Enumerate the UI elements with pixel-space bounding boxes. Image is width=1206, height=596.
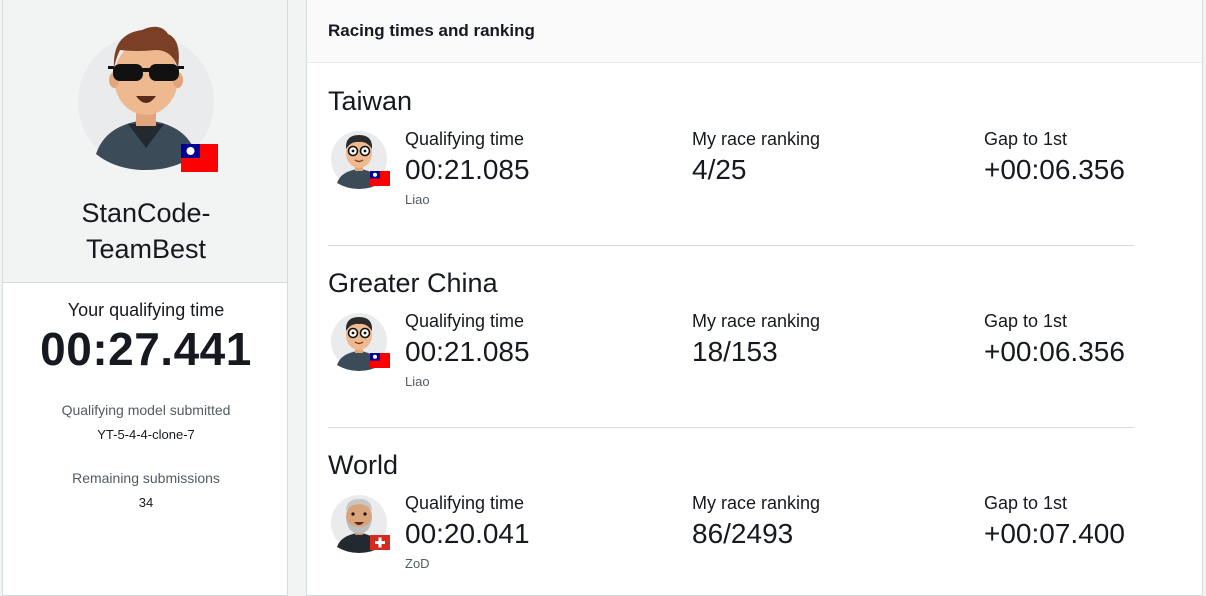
- qualifying-time-label: Qualifying time: [405, 129, 525, 149]
- qualifying-time-label: Qualifying time: [405, 311, 525, 331]
- region-world: World ZoD Qualifying time 00:20.041 My r…: [328, 428, 1134, 596]
- gap-label: Gap to 1st: [984, 493, 1068, 513]
- rankings-title: Racing times and ranking: [328, 21, 535, 40]
- leader-name: ZoD: [405, 556, 430, 571]
- race-ranking-column: My race ranking 4/25: [692, 127, 820, 188]
- avatar-glasses-icon: [331, 313, 390, 371]
- profile-username: StanCode- TeamBest: [3, 195, 289, 267]
- rankings-header: Racing times and ranking: [307, 0, 1202, 63]
- qualifying-time-value: 00:27.441: [40, 323, 252, 375]
- profile-header: StanCode- TeamBest: [3, 0, 287, 283]
- remaining-submissions-label: Remaining submissions: [72, 470, 220, 486]
- gap-value: +00:06.356: [984, 154, 1125, 185]
- gap-label: Gap to 1st: [984, 129, 1068, 149]
- leader-name: Liao: [405, 192, 430, 207]
- model-submitted-value: YT-5-4-4-clone-7: [97, 427, 195, 442]
- swiss-flag-icon: [370, 535, 390, 550]
- qualifying-time-value: 00:21.085: [405, 154, 530, 185]
- gap-column: Gap to 1st +00:06.356: [984, 309, 1125, 370]
- gap-column: Gap to 1st +00:07.400: [984, 491, 1125, 552]
- race-ranking-value: 18/153: [692, 336, 778, 367]
- qualifying-time-column: Qualifying time 00:20.041: [405, 491, 530, 552]
- race-ranking-column: My race ranking 18/153: [692, 309, 820, 370]
- avatar-sunglasses-icon: [78, 26, 218, 172]
- rankings-card: Racing times and ranking Taiwan Liao Qua…: [306, 0, 1203, 596]
- profile-card: StanCode- TeamBest Your qualifying time …: [2, 0, 288, 596]
- region-name: Taiwan: [328, 86, 413, 116]
- taiwan-flag-icon: [181, 144, 218, 172]
- qualifying-time-column: Qualifying time 00:21.085: [405, 309, 530, 370]
- taiwan-flag-icon: [370, 353, 390, 368]
- username-line-1: StanCode-: [81, 198, 211, 228]
- qualifying-time-value: 00:20.041: [405, 518, 530, 549]
- region-taiwan: Taiwan Liao Qualifying time 00:21.085 My…: [328, 64, 1134, 246]
- race-ranking-value: 86/2493: [692, 518, 794, 549]
- region-name: Greater China: [328, 268, 498, 298]
- qualifying-time-label: Qualifying time: [405, 493, 525, 513]
- gap-value: +00:07.400: [984, 518, 1125, 549]
- model-submitted-label: Qualifying model submitted: [61, 402, 231, 418]
- username-line-2: TeamBest: [85, 234, 207, 264]
- race-ranking-column: My race ranking 86/2493: [692, 491, 820, 552]
- remaining-submissions-value: 34: [138, 495, 154, 510]
- qualifying-time-column: Qualifying time 00:21.085: [405, 127, 530, 188]
- gap-value: +00:06.356: [984, 336, 1125, 367]
- race-ranking-label: My race ranking: [692, 493, 821, 513]
- region-name: World: [328, 450, 399, 480]
- avatar-glasses-icon: [331, 131, 390, 189]
- race-ranking-label: My race ranking: [692, 311, 821, 331]
- taiwan-flag-icon: [370, 171, 390, 186]
- avatar-beard-icon: [331, 495, 390, 553]
- gap-label: Gap to 1st: [984, 311, 1068, 331]
- race-ranking-value: 4/25: [692, 154, 747, 185]
- qualifying-time-value: 00:21.085: [405, 336, 530, 367]
- region-greater-china: Greater China Liao Qualifying time 00:21…: [328, 246, 1134, 428]
- gap-column: Gap to 1st +00:06.356: [984, 127, 1125, 188]
- qualifying-time-label: Your qualifying time: [67, 300, 225, 320]
- race-ranking-label: My race ranking: [692, 129, 821, 149]
- leader-name: Liao: [405, 374, 430, 389]
